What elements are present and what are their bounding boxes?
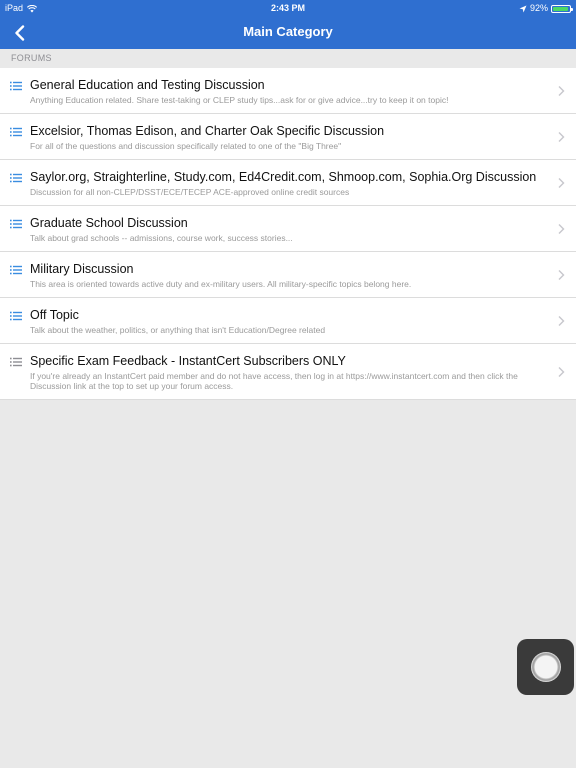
chevron-right-icon [558, 315, 565, 326]
forum-row[interactable]: Military Discussion This area is oriented… [0, 252, 576, 298]
section-header-forums: FORUMS [0, 49, 576, 68]
forum-description: This area is oriented towards active dut… [30, 279, 412, 289]
forum-description: Talk about grad schools -- admissions, c… [30, 233, 293, 243]
status-bar: iPad 2:43 PM 92% [0, 0, 576, 17]
forum-row[interactable]: Excelsior, Thomas Edison, and Charter Oa… [0, 114, 576, 160]
chevron-right-icon [558, 366, 565, 377]
list-icon [10, 265, 22, 275]
forum-row[interactable]: Saylor.org, Straighterline, Study.com, E… [0, 160, 576, 206]
forum-title: Military Discussion [30, 262, 134, 276]
list-icon [10, 173, 22, 183]
forum-description: Anything Education related. Share test-t… [30, 95, 449, 105]
list-icon [10, 219, 22, 229]
forum-description: If you're already an InstantCert paid me… [30, 371, 518, 391]
battery-level [553, 6, 568, 11]
list-icon [10, 81, 22, 91]
forum-row[interactable]: Specific Exam Feedback - InstantCert Sub… [0, 344, 576, 400]
forum-row[interactable]: Graduate School Discussion Talk about gra… [0, 206, 576, 252]
assistive-touch-icon [530, 652, 561, 682]
forum-title: Saylor.org, Straighterline, Study.com, E… [30, 170, 537, 184]
forum-title: Specific Exam Feedback - InstantCert Sub… [30, 354, 346, 368]
battery-icon [551, 4, 573, 13]
forum-description: Talk about the weather, politics, or any… [30, 325, 326, 335]
forum-title: Graduate School Discussion [30, 216, 188, 230]
forum-row[interactable]: General Education and Testing Discussion… [0, 68, 576, 114]
forum-description: For all of the questions and discussion … [30, 141, 342, 151]
status-time: 2:43 PM [270, 3, 305, 13]
list-icon [10, 311, 22, 321]
forum-title: Excelsior, Thomas Edison, and Charter Oa… [30, 124, 385, 138]
chevron-right-icon [558, 269, 565, 280]
forum-title: Off Topic [30, 308, 79, 322]
top-bar: iPad 2:43 PM 92% Main Category [0, 0, 576, 49]
page-title: Main Category [243, 24, 333, 39]
navigation-bar: Main Category [0, 17, 576, 49]
forum-list: General Education and Testing Discussion… [0, 68, 576, 400]
assistive-touch-button[interactable] [517, 639, 574, 695]
chevron-right-icon [558, 223, 565, 234]
status-right: 92% [519, 0, 573, 17]
battery-percent: 92% [529, 3, 548, 13]
chevron-right-icon [558, 85, 565, 96]
location-arrow-icon [519, 5, 527, 12]
list-icon [10, 127, 22, 137]
chevron-right-icon [558, 177, 565, 188]
forum-title: General Education and Testing Discussion [30, 78, 265, 92]
chevron-right-icon [558, 131, 565, 142]
forum-description: Discussion for all non-CLEP/DSST/ECE/TEC… [30, 187, 350, 197]
list-icon [10, 357, 22, 367]
forum-row[interactable]: Off Topic Talk about the weather, politic… [0, 298, 576, 344]
